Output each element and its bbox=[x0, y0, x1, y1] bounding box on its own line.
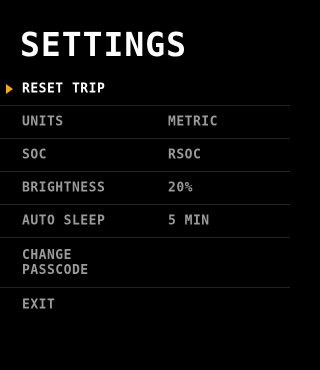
selection-cursor-icon bbox=[6, 84, 13, 94]
menu-item-reset-trip[interactable]: RESET TRIP bbox=[0, 73, 290, 106]
menu-item-label: SOC bbox=[22, 147, 47, 163]
menu-item-exit[interactable]: EXIT bbox=[0, 288, 290, 321]
menu-item-auto-sleep[interactable]: AUTO SLEEP 5 MIN bbox=[0, 205, 290, 238]
menu-item-label: RESET TRIP bbox=[22, 81, 106, 97]
menu-item-label: CHANGE PASSCODE bbox=[22, 247, 89, 278]
menu-item-value: 5 MIN bbox=[168, 213, 210, 229]
menu-item-units[interactable]: UNITS METRIC bbox=[0, 106, 290, 139]
settings-menu: RESET TRIP UNITS METRIC SOC RSOC BRIGHTN… bbox=[0, 73, 290, 321]
menu-item-soc[interactable]: SOC RSOC bbox=[0, 139, 290, 172]
menu-item-value: 20% bbox=[168, 180, 193, 196]
menu-item-label: UNITS bbox=[22, 114, 64, 130]
menu-item-brightness[interactable]: BRIGHTNESS 20% bbox=[0, 172, 290, 205]
settings-screen: SETTINGS RESET TRIP UNITS METRIC SOC RSO… bbox=[0, 0, 290, 370]
menu-item-value: RSOC bbox=[168, 147, 202, 163]
menu-item-label: EXIT bbox=[22, 297, 56, 312]
menu-item-change-passcode[interactable]: CHANGE PASSCODE bbox=[0, 238, 290, 288]
menu-item-label: AUTO SLEEP bbox=[22, 213, 106, 229]
menu-item-value: METRIC bbox=[168, 114, 218, 130]
page-title: SETTINGS bbox=[20, 25, 187, 64]
menu-item-label: BRIGHTNESS bbox=[22, 180, 106, 196]
